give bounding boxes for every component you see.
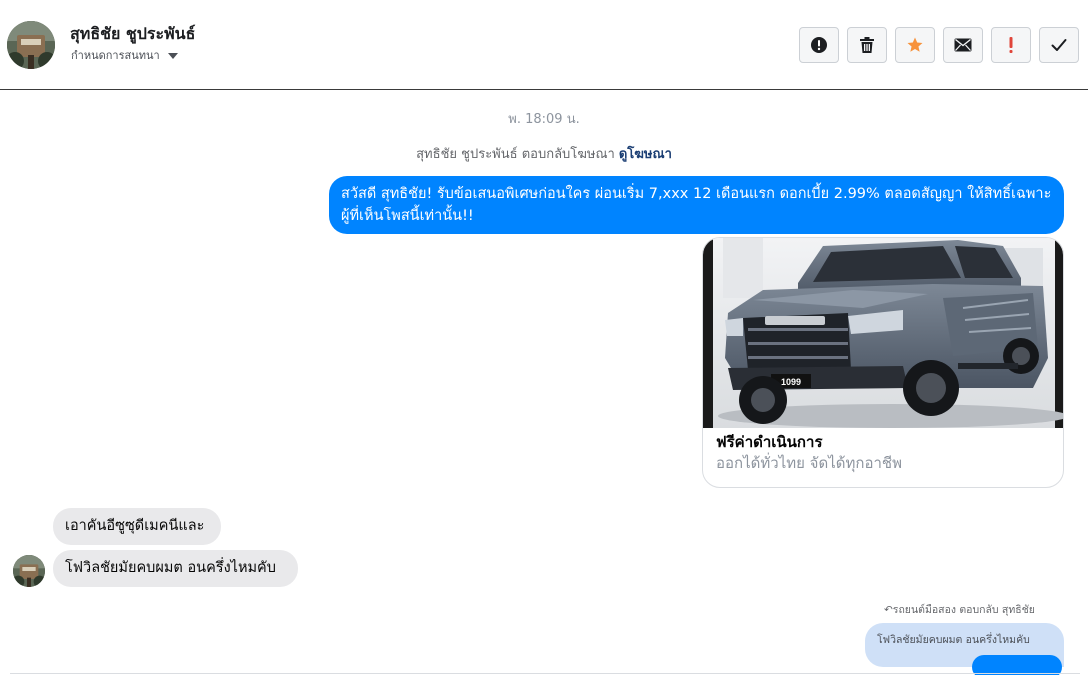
ad-card[interactable]: 1099 ฟรีค่าดำเนินการ ออกได้ทั่วไทย จัดได… bbox=[702, 237, 1064, 488]
follow-up-button[interactable] bbox=[991, 27, 1031, 63]
star-button[interactable] bbox=[895, 27, 935, 63]
conversation-settings-label: กำหนดการสนทนา bbox=[71, 49, 160, 62]
header-actions bbox=[799, 27, 1079, 63]
ad-reply-text: สุทธิชัย ชูประพันธ์ ตอบกลับโฆษณา bbox=[416, 147, 615, 162]
incoming-message-bubble: เอาคันอีซูซุดีเมคนีและ bbox=[53, 508, 221, 545]
license-plate-text: 1099 bbox=[781, 377, 801, 387]
reply-context-note: ↶รถยนต์มือสอง ตอบกลับ สุทธิชัย bbox=[884, 604, 1035, 616]
conversation-settings-dropdown[interactable]: กำหนดการสนทนา bbox=[71, 46, 178, 64]
conversation-header: สุทธิชัย ชูประพันธ์ กำหนดการสนทนา bbox=[0, 0, 1088, 90]
incoming-message-bubble: โฟวิลชัยมัยคบผมต อนครึ่งไหมคับ bbox=[53, 550, 298, 587]
report-spam-button[interactable] bbox=[799, 27, 839, 63]
star-icon bbox=[907, 37, 923, 52]
contact-name[interactable]: สุทธิชัย ชูประพันธ์ bbox=[70, 22, 195, 47]
exclamation-icon bbox=[1009, 37, 1013, 53]
outgoing-message-bubble-partial bbox=[972, 655, 1062, 675]
timestamp-separator: พ. 18:09 น. bbox=[508, 112, 580, 127]
envelope-icon bbox=[954, 38, 972, 52]
ad-reply-notice: สุทธิชัย ชูประพันธ์ ตอบกลับโฆษณา ดูโฆษณา bbox=[0, 143, 1088, 164]
trash-icon bbox=[860, 37, 874, 53]
ad-description: ออกได้ทั่วไทย จัดได้ทุกอาชีพ bbox=[716, 454, 902, 472]
exclamation-circle-icon bbox=[811, 37, 827, 53]
checkmark-icon bbox=[1051, 39, 1067, 51]
caret-down-icon bbox=[167, 52, 178, 59]
outgoing-message-bubble: สวัสดี สุทธิชัย! รับข้อเสนอพิเศษก่อนใคร … bbox=[329, 176, 1064, 234]
pickup-truck-photo: 1099 bbox=[703, 238, 1063, 428]
delete-button[interactable] bbox=[847, 27, 887, 63]
view-ad-link[interactable]: ดูโฆษณา bbox=[619, 147, 672, 162]
divider bbox=[10, 673, 1080, 674]
mark-done-button[interactable] bbox=[1039, 27, 1079, 63]
sender-avatar[interactable] bbox=[13, 555, 45, 587]
contact-avatar[interactable] bbox=[7, 21, 55, 69]
mark-unread-button[interactable] bbox=[943, 27, 983, 63]
